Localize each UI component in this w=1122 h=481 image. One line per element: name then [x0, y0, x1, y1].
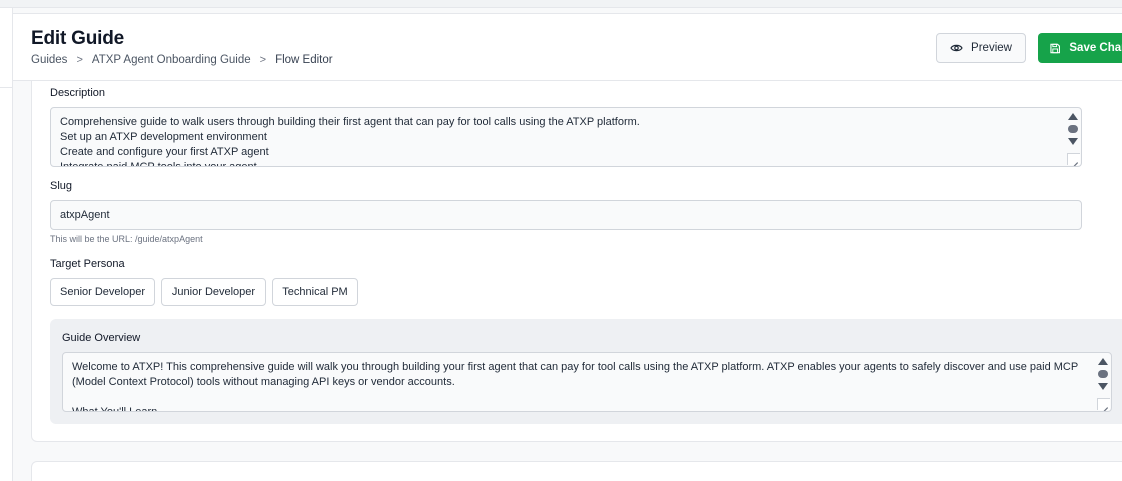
breadcrumb-current: Flow Editor [275, 54, 333, 66]
sidebar-divider [0, 87, 13, 88]
persona-senior-developer[interactable]: Senior Developer [50, 278, 155, 306]
preview-label: Preview [971, 42, 1012, 54]
save-icon [1050, 43, 1060, 53]
overview-scrollbar[interactable] [1096, 354, 1110, 399]
persona-label: Target Persona [50, 258, 125, 270]
resize-handle-icon[interactable] [1097, 398, 1110, 410]
save-button[interactable]: Save Changes [1038, 33, 1122, 63]
scroll-up-icon[interactable] [1098, 358, 1108, 365]
eye-icon [950, 44, 963, 52]
sidebar-edge [0, 8, 13, 481]
overview-text: Welcome to ATXP! This comprehensive guid… [72, 361, 1079, 412]
persona-technical-pm[interactable]: Technical PM [272, 278, 358, 306]
scroll-down-icon[interactable] [1068, 138, 1078, 145]
resize-handle-icon[interactable] [1067, 153, 1080, 165]
chevron-right-icon: > [259, 54, 267, 66]
overview-textarea[interactable]: Welcome to ATXP! This comprehensive guid… [62, 352, 1112, 412]
description-scrollbar[interactable] [1066, 109, 1080, 154]
description-textarea[interactable]: Comprehensive guide to walk users throug… [50, 107, 1082, 167]
description-label: Description [50, 87, 106, 99]
slug-hint: This will be the URL: /guide/atxpAgent [50, 234, 203, 244]
slug-value: atxpAgent [60, 209, 110, 221]
preview-button[interactable]: Preview [936, 33, 1026, 63]
slug-label: Slug [50, 180, 73, 192]
flow-card [31, 461, 1122, 481]
description-text: Comprehensive guide to walk users throug… [60, 116, 640, 167]
top-strip [0, 0, 1122, 8]
breadcrumb: Guides > ATXP Agent Onboarding Guide > F… [31, 54, 333, 66]
scroll-down-icon[interactable] [1098, 383, 1108, 390]
scroll-up-icon[interactable] [1068, 113, 1078, 120]
breadcrumb-guides[interactable]: Guides [31, 54, 67, 66]
overview-label: Guide Overview [62, 332, 141, 344]
slug-input[interactable]: atxpAgent [50, 200, 1082, 230]
page-title: Edit Guide [31, 28, 125, 49]
scroll-thumb[interactable] [1098, 370, 1108, 378]
page-header: Edit Guide Guides > ATXP Agent Onboardin… [13, 13, 1122, 81]
breadcrumb-guide-name[interactable]: ATXP Agent Onboarding Guide [92, 54, 251, 66]
save-label: Save Changes [1069, 42, 1122, 54]
chevron-right-icon: > [76, 54, 83, 66]
scroll-thumb[interactable] [1068, 125, 1078, 133]
persona-junior-developer[interactable]: Junior Developer [161, 278, 266, 306]
